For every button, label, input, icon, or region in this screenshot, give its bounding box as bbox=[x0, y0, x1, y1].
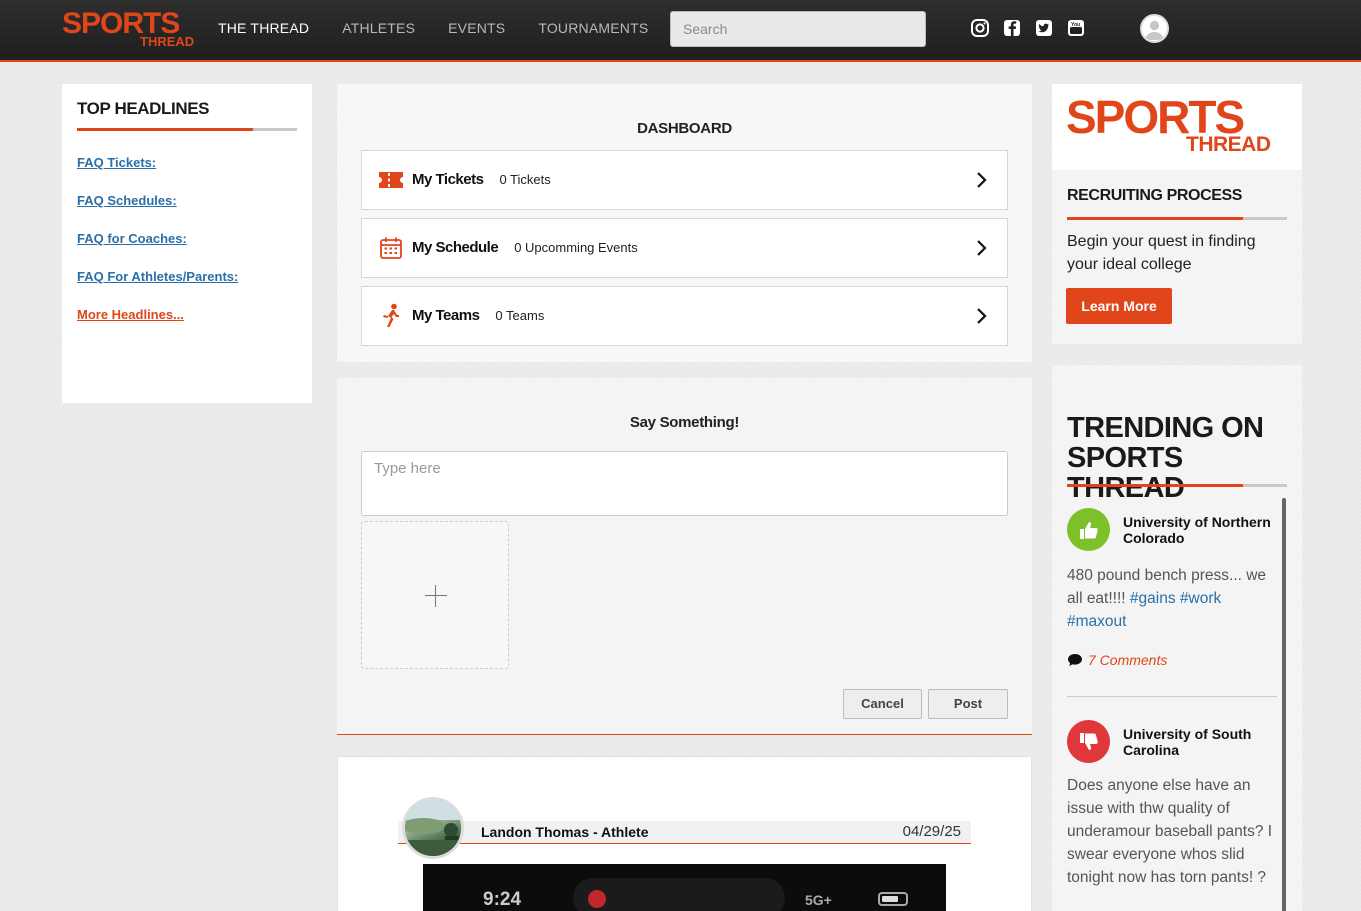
title-underline bbox=[1067, 484, 1287, 487]
trending-title: TRENDING ON SPORTS THREAD bbox=[1067, 412, 1264, 504]
title-underline bbox=[1067, 217, 1287, 220]
dashboard-row-schedule[interactable]: My Schedule 0 Upcomming Events bbox=[361, 218, 1008, 278]
athlete-icon bbox=[378, 303, 404, 328]
dashboard-row-count: 0 Teams bbox=[495, 308, 545, 323]
social-links: You bbox=[970, 18, 1098, 38]
hashtag-link[interactable]: #work bbox=[1180, 590, 1221, 607]
facebook-icon[interactable] bbox=[1002, 18, 1022, 38]
plus-icon bbox=[425, 595, 447, 596]
recruiting-description: Begin your quest in finding your ideal c… bbox=[1067, 233, 1256, 273]
post-button[interactable]: Post bbox=[928, 689, 1008, 719]
comments-link[interactable]: 7 Comments bbox=[1067, 652, 1167, 668]
trending-post-text: Does anyone else have an issue with thw … bbox=[1067, 777, 1273, 886]
post-author-avatar[interactable] bbox=[402, 797, 464, 859]
user-avatar[interactable] bbox=[1140, 14, 1169, 43]
comments-count: 7 Comments bbox=[1088, 652, 1168, 668]
post-text-input[interactable] bbox=[361, 451, 1008, 516]
calendar-icon bbox=[378, 236, 404, 260]
headline-link-faq-coaches[interactable]: FAQ for Coaches: bbox=[77, 231, 297, 247]
top-headlines-panel: TOP HEADLINES FAQ Tickets: FAQ Schedules… bbox=[62, 84, 312, 403]
trending-school-name[interactable]: University of Northern Colorado bbox=[1123, 514, 1283, 546]
logo-subtext: THREAD bbox=[140, 34, 195, 49]
top-headlines-title: TOP HEADLINES bbox=[77, 99, 210, 118]
dashboard-row-count: 0 Upcomming Events bbox=[514, 240, 638, 255]
hashtag-link[interactable]: #gains bbox=[1130, 590, 1176, 607]
sports-thread-logo-large: SPORTS THREAD bbox=[1052, 84, 1302, 170]
dashboard-panel: DASHBOARD My Tickets 0 Tickets My Schedu… bbox=[337, 84, 1032, 362]
dashboard-row-tickets[interactable]: My Tickets 0 Tickets bbox=[361, 150, 1008, 210]
trending-post-text: 480 pound bench press... we all eat!!!! … bbox=[1067, 564, 1277, 633]
instagram-icon[interactable] bbox=[970, 18, 990, 38]
add-media-button[interactable] bbox=[361, 521, 509, 669]
headline-link-faq-tickets[interactable]: FAQ Tickets: bbox=[77, 155, 297, 171]
battery-icon bbox=[878, 892, 908, 906]
cancel-button[interactable]: Cancel bbox=[843, 689, 922, 719]
chevron-right-icon bbox=[977, 240, 987, 256]
composer-title: Say Something! bbox=[629, 414, 740, 431]
post-date: 04/29/25 bbox=[902, 823, 961, 840]
recruiting-title: RECRUITING PROCESS bbox=[1067, 187, 1243, 204]
dashboard-row-teams[interactable]: My Teams 0 Teams bbox=[361, 286, 1008, 346]
svg-text:You: You bbox=[1071, 22, 1080, 28]
trending-school-name[interactable]: University of South Carolina bbox=[1123, 726, 1283, 758]
youtube-icon[interactable]: You bbox=[1066, 18, 1086, 38]
dashboard-row-count: 0 Tickets bbox=[499, 172, 551, 187]
trending-panel: TRENDING ON SPORTS THREAD University of … bbox=[1052, 365, 1302, 911]
dashboard-title: DASHBOARD bbox=[637, 120, 732, 137]
feed-post-card: Landon Thomas - Athlete 04/29/25 9:24 5G… bbox=[338, 757, 1031, 911]
main-nav: THE THREAD ATHLETES EVENTS TOURNAMENTS bbox=[218, 19, 681, 37]
headline-link-faq-schedules[interactable]: FAQ Schedules: bbox=[77, 193, 297, 209]
trending-divider bbox=[1067, 696, 1277, 697]
nav-the-thread[interactable]: THE THREAD bbox=[218, 19, 309, 37]
record-icon bbox=[588, 890, 606, 908]
sports-thread-logo[interactable]: SPORTS THREAD bbox=[62, 9, 202, 49]
hashtag-link[interactable]: #maxout bbox=[1067, 613, 1126, 630]
search-input[interactable] bbox=[670, 11, 926, 47]
twitter-icon[interactable] bbox=[1034, 18, 1054, 38]
promo-logo-subtext: THREAD bbox=[1186, 133, 1271, 156]
dashboard-row-label: My Teams bbox=[412, 307, 480, 324]
plus-icon-vertical bbox=[435, 585, 436, 607]
feed-post-header: Landon Thomas - Athlete 04/29/25 bbox=[398, 821, 971, 844]
post-composer: Say Something! Cancel Post bbox=[337, 378, 1032, 735]
trending-scrollbar[interactable] bbox=[1282, 498, 1286, 911]
dashboard-row-label: My Tickets bbox=[412, 171, 484, 188]
ticket-icon bbox=[378, 168, 404, 192]
chevron-right-icon bbox=[977, 308, 987, 324]
post-author-name[interactable]: Landon Thomas - Athlete bbox=[481, 824, 648, 840]
thumbs-up-icon bbox=[1067, 508, 1110, 551]
recruiting-promo-panel: SPORTS THREAD RECRUITING PROCESS Begin y… bbox=[1052, 84, 1302, 344]
more-headlines-link[interactable]: More Headlines... bbox=[77, 307, 297, 323]
image-signal: 5G+ bbox=[805, 892, 832, 908]
comment-icon bbox=[1068, 654, 1082, 666]
nav-tournaments[interactable]: TOURNAMENTS bbox=[538, 19, 648, 37]
post-image[interactable]: 9:24 5G+ bbox=[423, 864, 946, 911]
learn-more-button[interactable]: Learn More bbox=[1066, 288, 1172, 324]
dashboard-row-label: My Schedule bbox=[412, 239, 499, 256]
title-underline bbox=[77, 128, 297, 131]
thumbs-down-icon bbox=[1067, 720, 1110, 763]
image-status-time: 9:24 bbox=[483, 889, 522, 910]
headline-link-faq-athletes-parents[interactable]: FAQ For Athletes/Parents: bbox=[77, 269, 297, 285]
nav-events[interactable]: EVENTS bbox=[448, 19, 505, 37]
chevron-right-icon bbox=[977, 172, 987, 188]
top-navbar: SPORTS THREAD THE THREAD ATHLETES EVENTS… bbox=[0, 0, 1361, 62]
nav-athletes[interactable]: ATHLETES bbox=[342, 19, 415, 37]
